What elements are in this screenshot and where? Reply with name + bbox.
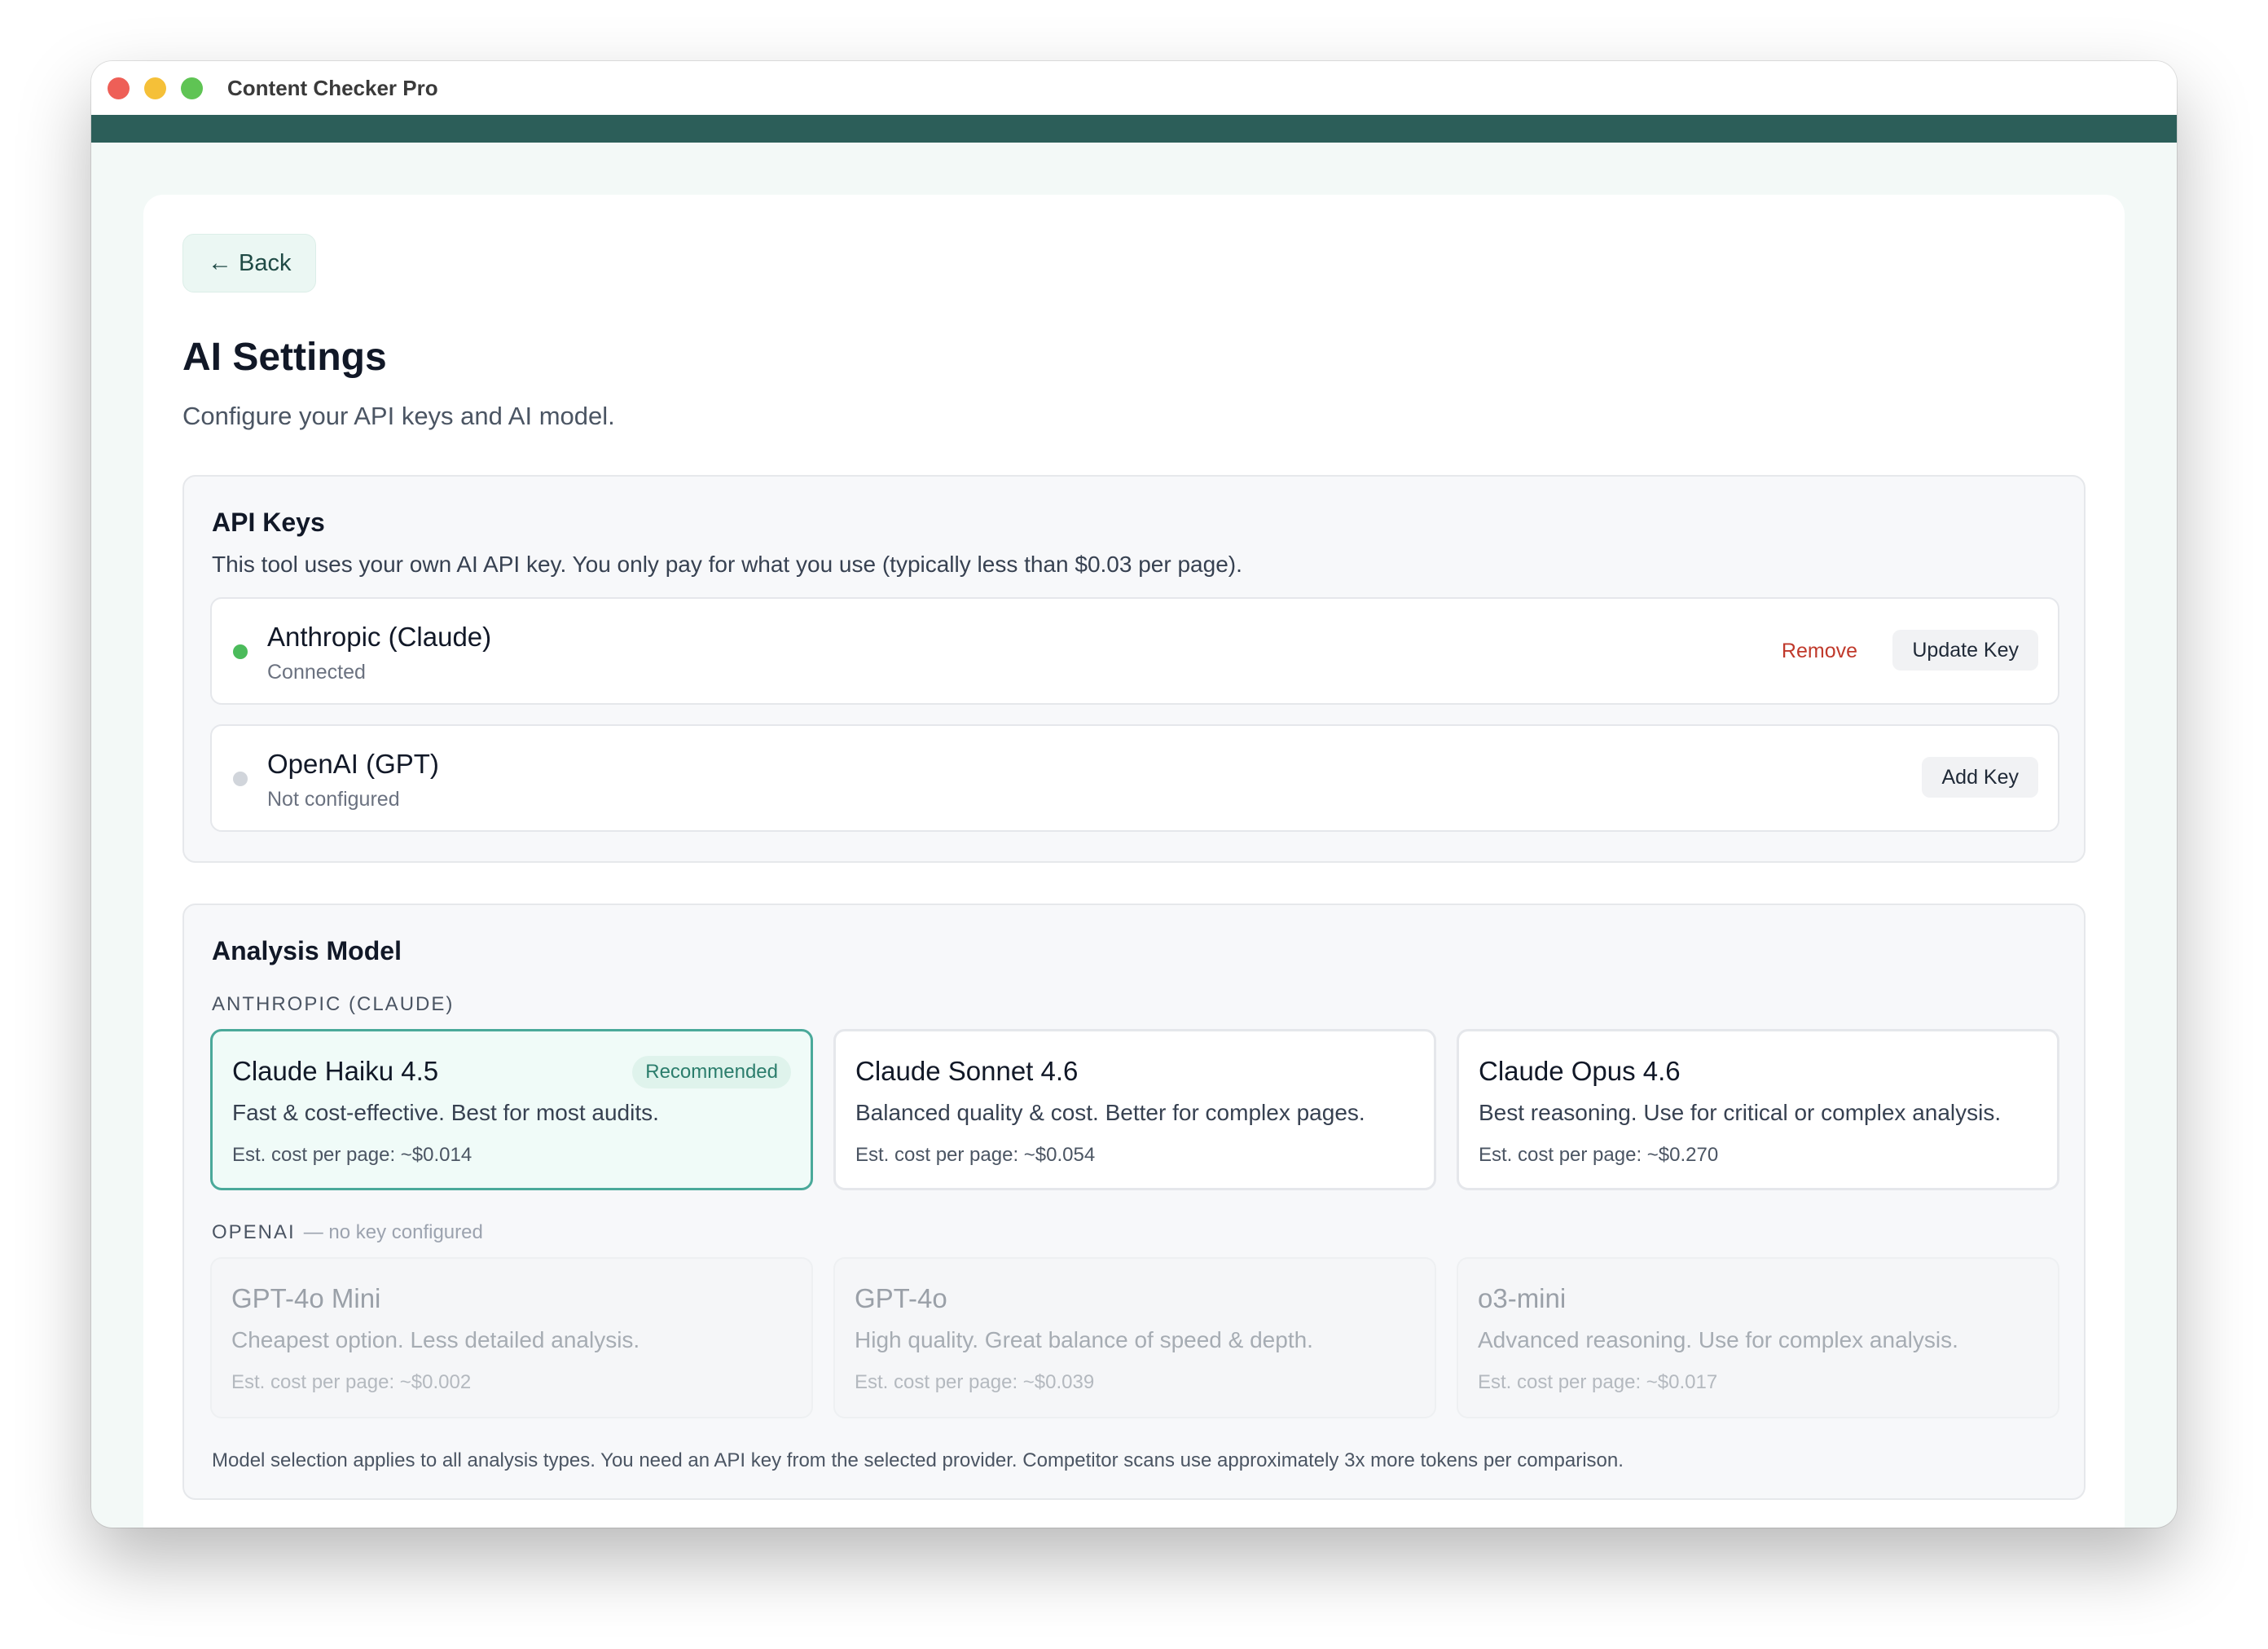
model-card-claude-opus[interactable]: Claude Opus 4.6 Best reasoning. Use for …	[1457, 1029, 2059, 1190]
model-description: Fast & cost-effective. Best for most aud…	[232, 1100, 659, 1125]
model-card-gpt-4o-mini: GPT-4o Mini Cheapest option. Less detail…	[210, 1257, 813, 1418]
model-name: Claude Haiku 4.5	[232, 1056, 439, 1086]
model-cost: Est. cost per page: ~$0.017	[1478, 1371, 1718, 1393]
update-key-button[interactable]: Update Key	[1892, 630, 2038, 671]
api-keys-section: API Keys This tool uses your own AI API …	[182, 475, 2086, 863]
anthropic-group-text: ANTHROPIC (CLAUDE)	[212, 993, 455, 1015]
model-cost: Est. cost per page: ~$0.014	[232, 1144, 472, 1166]
remove-key-button[interactable]: Remove	[1782, 640, 1857, 663]
model-card-gpt-4o: GPT-4o High quality. Great balance of sp…	[833, 1257, 1436, 1418]
app-window: Content Checker Pro ← Back AI Settings C…	[91, 61, 2177, 1528]
model-name: Claude Opus 4.6	[1479, 1056, 1681, 1086]
model-description: Balanced quality & cost. Better for comp…	[855, 1100, 1365, 1125]
back-button[interactable]: ← Back	[182, 234, 317, 292]
model-name: o3-mini	[1478, 1283, 1567, 1313]
arrow-left-icon: ←	[208, 249, 232, 276]
connected-status-dot-icon	[233, 644, 248, 659]
model-card-claude-sonnet[interactable]: Claude Sonnet 4.6 Balanced quality & cos…	[833, 1029, 1436, 1190]
settings-card: ← Back AI Settings Configure your API ke…	[143, 195, 2125, 1528]
add-key-button[interactable]: Add Key	[1922, 757, 2038, 798]
window-title: Content Checker Pro	[227, 75, 438, 100]
model-cost: Est. cost per page: ~$0.039	[855, 1371, 1095, 1393]
model-name: GPT-4o Mini	[231, 1283, 381, 1313]
page-title: AI Settings	[182, 336, 387, 379]
api-keys-title: API Keys	[212, 508, 325, 537]
model-name: GPT-4o	[855, 1283, 947, 1313]
model-cost: Est. cost per page: ~$0.054	[855, 1144, 1096, 1166]
openai-group-text: OPENAI	[212, 1221, 296, 1243]
recommended-badge: Recommended	[632, 1056, 791, 1088]
app-header-bar	[91, 115, 2177, 143]
maximize-window-button[interactable]	[181, 77, 203, 99]
analysis-model-title: Analysis Model	[212, 936, 402, 965]
model-description: High quality. Great balance of speed & d…	[855, 1327, 1313, 1352]
title-bar: Content Checker Pro	[91, 61, 2177, 115]
model-card-o3-mini: o3-mini Advanced reasoning. Use for comp…	[1457, 1257, 2059, 1418]
model-cost: Est. cost per page: ~$0.002	[231, 1371, 472, 1393]
openai-group-label: OPENAI — no key configured	[212, 1221, 483, 1244]
page-subtitle: Configure your API keys and AI model.	[182, 402, 615, 430]
not-configured-status-dot-icon	[233, 772, 248, 786]
model-card-claude-haiku[interactable]: Claude Haiku 4.5 Recommended Fast & cost…	[210, 1029, 813, 1190]
model-description: Cheapest option. Less detailed analysis.	[231, 1327, 640, 1352]
openai-group-note: — no key configured	[303, 1221, 483, 1243]
provider-row-anthropic: Anthropic (Claude) Connected Remove Upda…	[210, 597, 2059, 705]
close-window-button[interactable]	[108, 77, 130, 99]
model-name: Claude Sonnet 4.6	[855, 1056, 1079, 1086]
api-keys-description: This tool uses your own AI API key. You …	[212, 552, 1242, 577]
model-description: Best reasoning. Use for critical or comp…	[1479, 1100, 2002, 1125]
analysis-model-section: Analysis Model ANTHROPIC (CLAUDE) Claude…	[182, 904, 2086, 1500]
provider-status: Not configured	[267, 788, 400, 811]
minimize-window-button[interactable]	[144, 77, 166, 99]
provider-status: Connected	[267, 661, 366, 684]
model-description: Advanced reasoning. Use for complex anal…	[1478, 1327, 1958, 1352]
anthropic-group-label: ANTHROPIC (CLAUDE)	[212, 993, 454, 1016]
model-footnote: Model selection applies to all analysis …	[212, 1449, 1624, 1471]
provider-name: Anthropic (Claude)	[267, 622, 492, 652]
provider-row-openai: OpenAI (GPT) Not configured Add Key	[210, 724, 2059, 832]
provider-name: OpenAI (GPT)	[267, 749, 439, 779]
model-cost: Est. cost per page: ~$0.270	[1479, 1144, 1719, 1166]
back-button-label: Back	[239, 249, 292, 276]
